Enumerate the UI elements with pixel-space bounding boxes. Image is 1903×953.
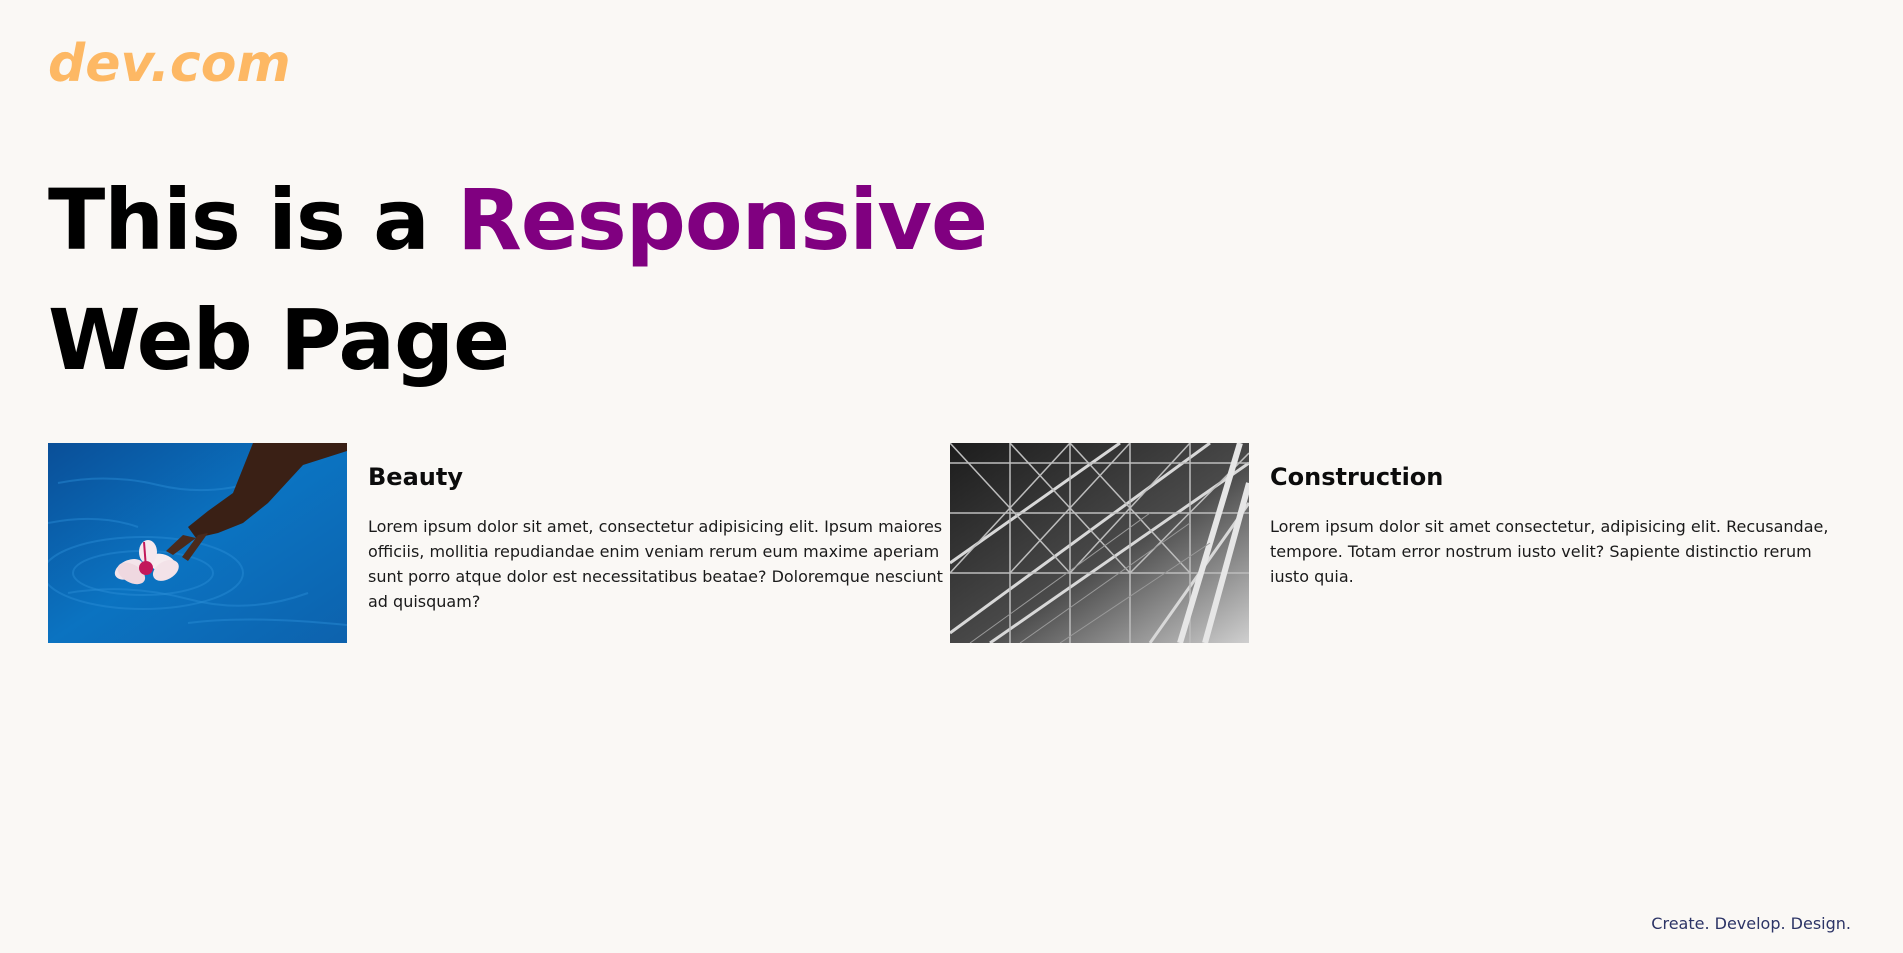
card-text: Lorem ipsum dolor sit amet, consectetur …: [368, 516, 943, 611]
card-text: Lorem ipsum dolor sit amet consectetur, …: [1270, 516, 1829, 586]
logo-link[interactable]: dev.com: [48, 38, 291, 90]
page: dev.com This is a Responsive Web Page Be…: [0, 0, 1903, 953]
card-body: Beauty Lorem ipsum dolor sit amet, conse…: [368, 463, 948, 614]
flower-on-water-image: [48, 443, 347, 643]
card-body: Construction Lorem ipsum dolor sit amet …: [1270, 463, 1850, 589]
hero-heading: This is a Responsive Web Page: [48, 160, 988, 400]
footer-tagline: Create. Develop. Design.: [1651, 914, 1851, 933]
card-beauty: Beauty Lorem ipsum dolor sit amet, conse…: [48, 443, 948, 643]
hero-accent-word: Responsive: [457, 171, 988, 269]
hero-line-1: This is a Responsive: [48, 160, 988, 280]
steel-structure-image: [950, 443, 1249, 643]
card-title: Construction: [1270, 463, 1444, 491]
hero-prefix: This is a: [48, 171, 458, 269]
card-construction: Construction Lorem ipsum dolor sit amet …: [950, 443, 1850, 643]
hero-line-2: Web Page: [48, 291, 510, 389]
card-title: Beauty: [368, 463, 463, 491]
